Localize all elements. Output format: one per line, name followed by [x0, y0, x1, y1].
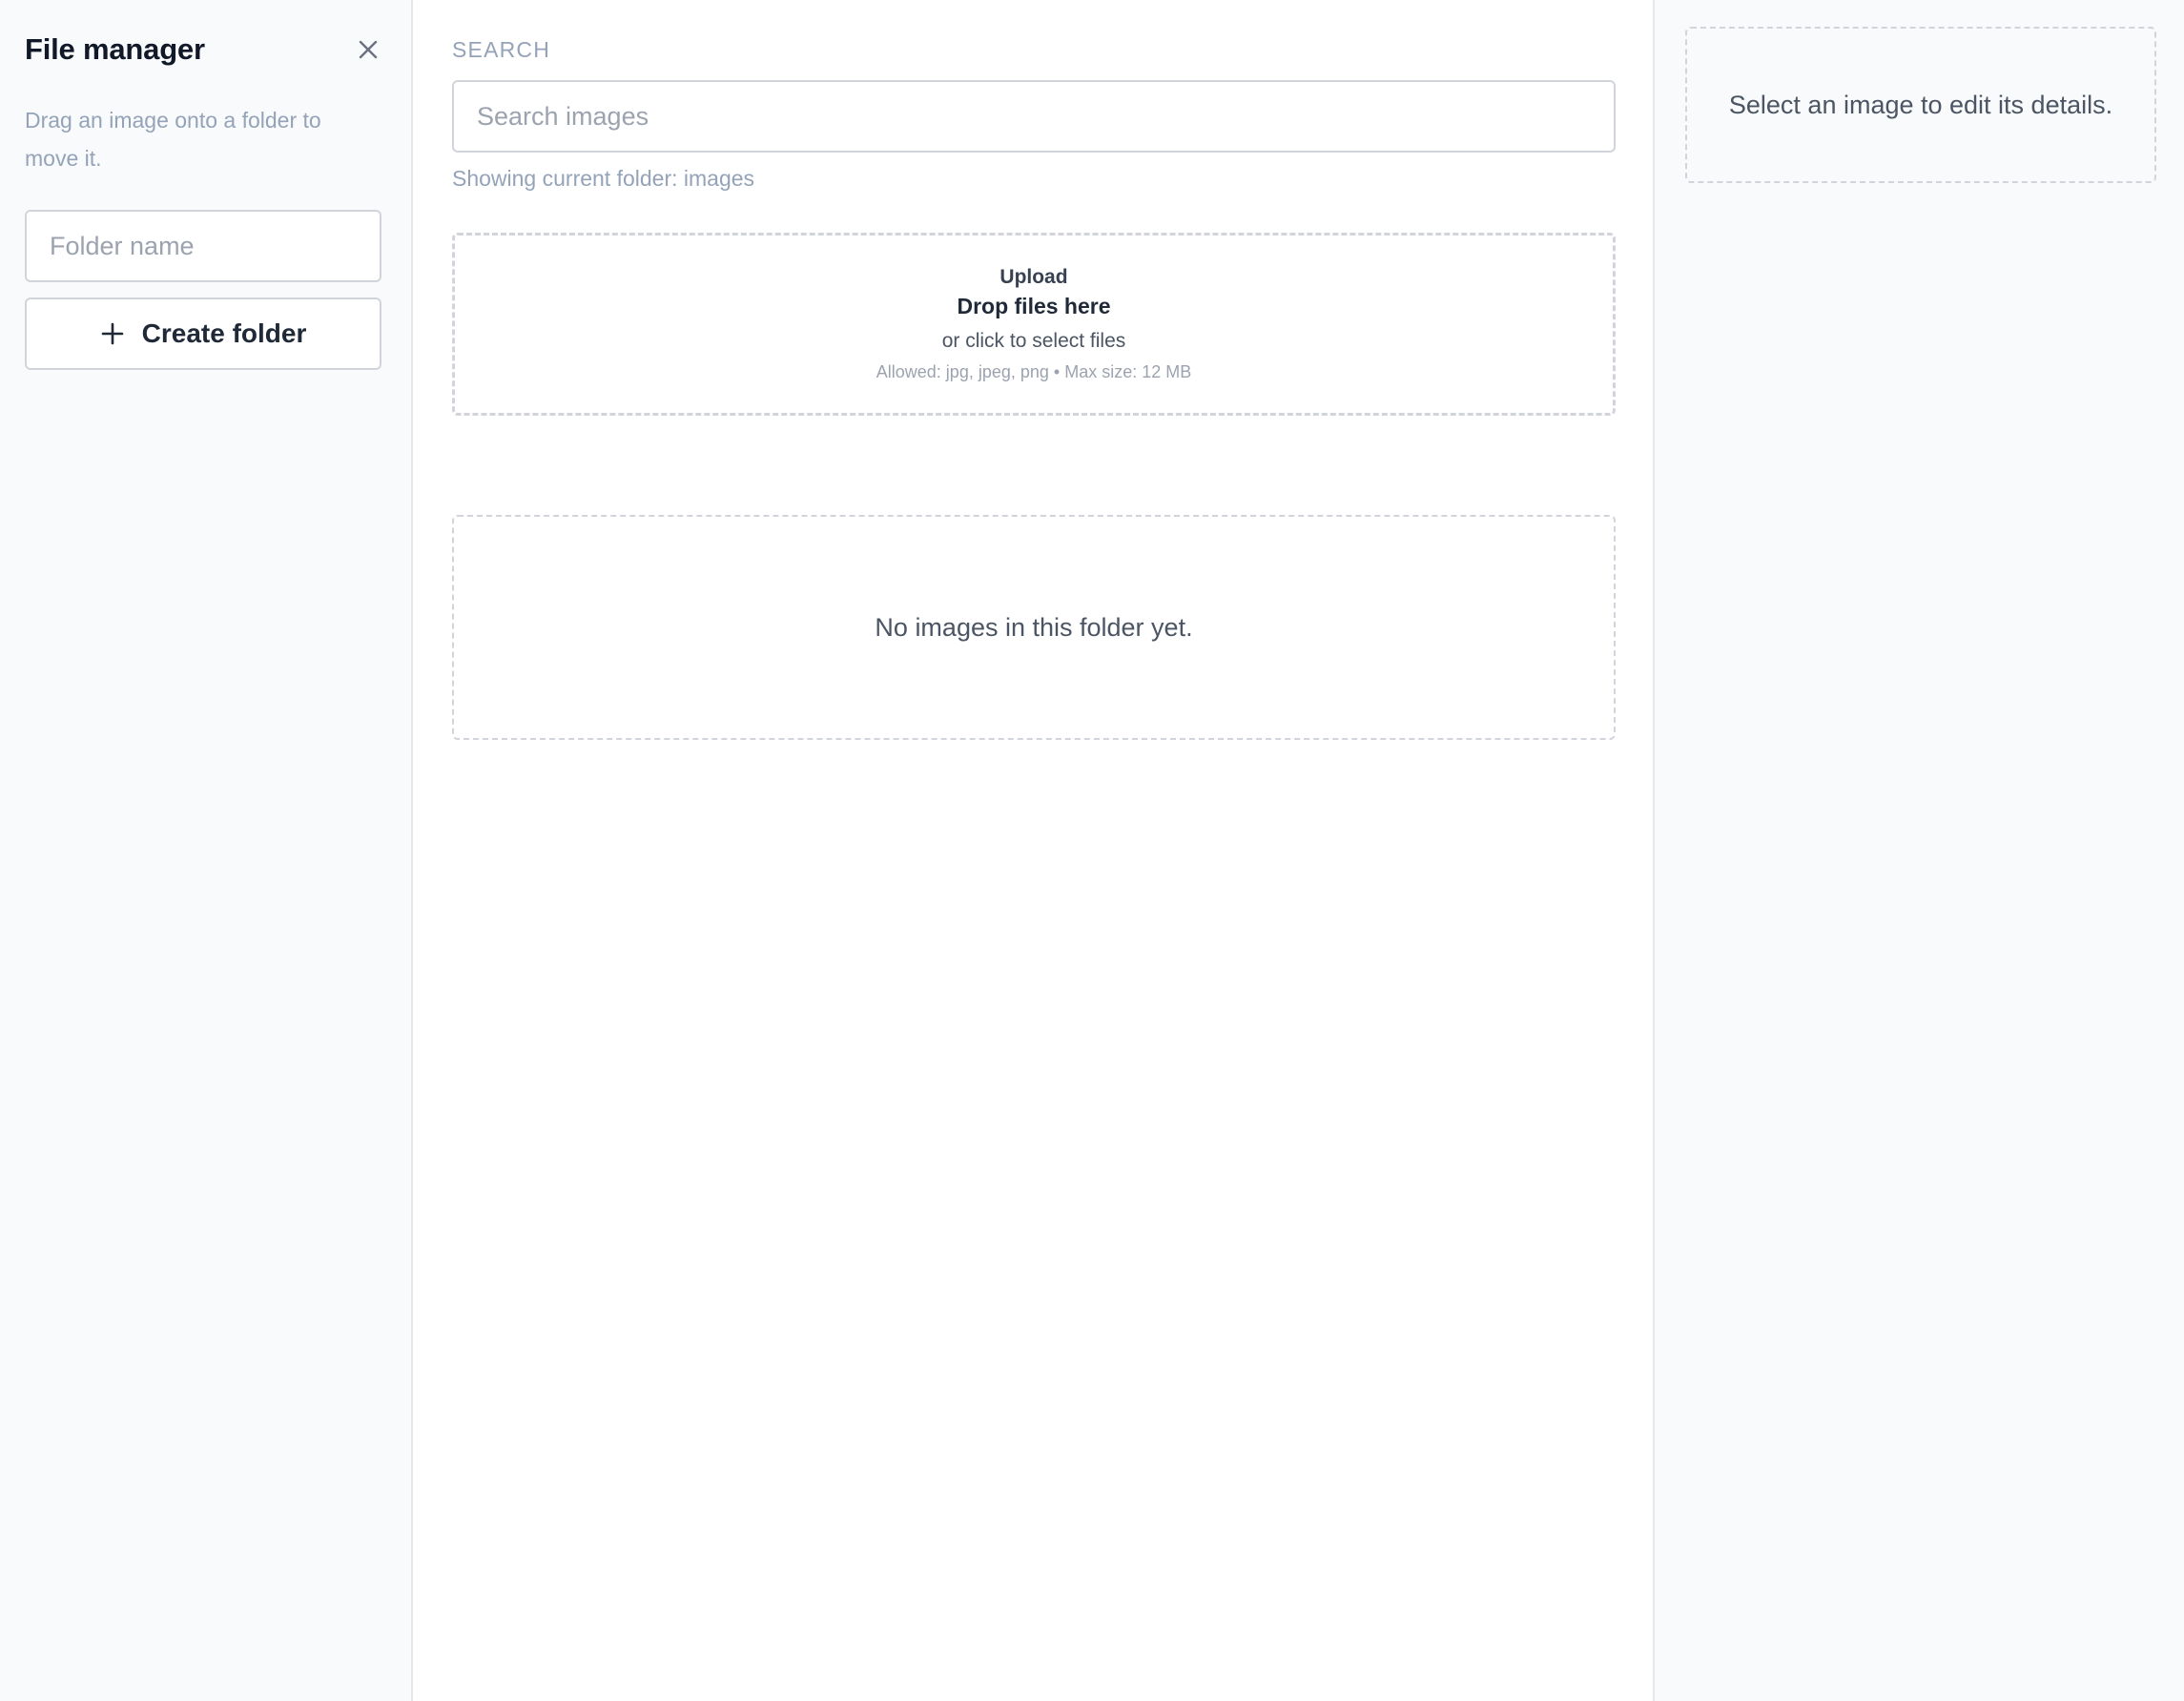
- current-folder-status: Showing current folder: images: [452, 166, 755, 191]
- sidebar-header: File manager: [25, 29, 386, 71]
- file-manager-app: File manager Drag an image onto a folder…: [0, 0, 2184, 1701]
- create-folder-label: Create folder: [141, 318, 307, 348]
- upload-label: Upload: [999, 266, 1068, 288]
- drag-hint: Drag an image onto a folder to move it.: [25, 108, 321, 171]
- sidebar: File manager Drag an image onto a folder…: [0, 0, 413, 1701]
- dropzone-subtitle: or click to select files: [941, 330, 1126, 352]
- close-button[interactable]: [347, 29, 389, 71]
- details-placeholder-text: Select an image to edit its details.: [1728, 91, 2113, 119]
- close-icon: [359, 40, 378, 59]
- plus-icon: [101, 322, 123, 345]
- upload-restrictions: Allowed: jpg, jpeg, png • Max size: 12 M…: [876, 362, 1192, 381]
- search-label: SEARCH: [452, 37, 551, 62]
- search-input[interactable]: [452, 80, 1616, 153]
- main-content: SEARCH Showing current folder: images Up…: [413, 0, 1655, 1701]
- details-placeholder-box: Select an image to edit its details.: [1685, 27, 2156, 183]
- folder-name-input[interactable]: [25, 210, 381, 282]
- details-panel: Select an image to edit its details.: [1655, 0, 2184, 1701]
- upload-dropzone[interactable]: Upload Drop files here or click to selec…: [452, 233, 1616, 416]
- dropzone-title: Drop files here: [957, 294, 1111, 318]
- sidebar-title: File manager: [25, 32, 205, 66]
- empty-folder-state: No images in this folder yet.: [452, 515, 1616, 740]
- empty-folder-message: No images in this folder yet.: [875, 612, 1193, 642]
- create-folder-button[interactable]: Create folder: [25, 297, 381, 370]
